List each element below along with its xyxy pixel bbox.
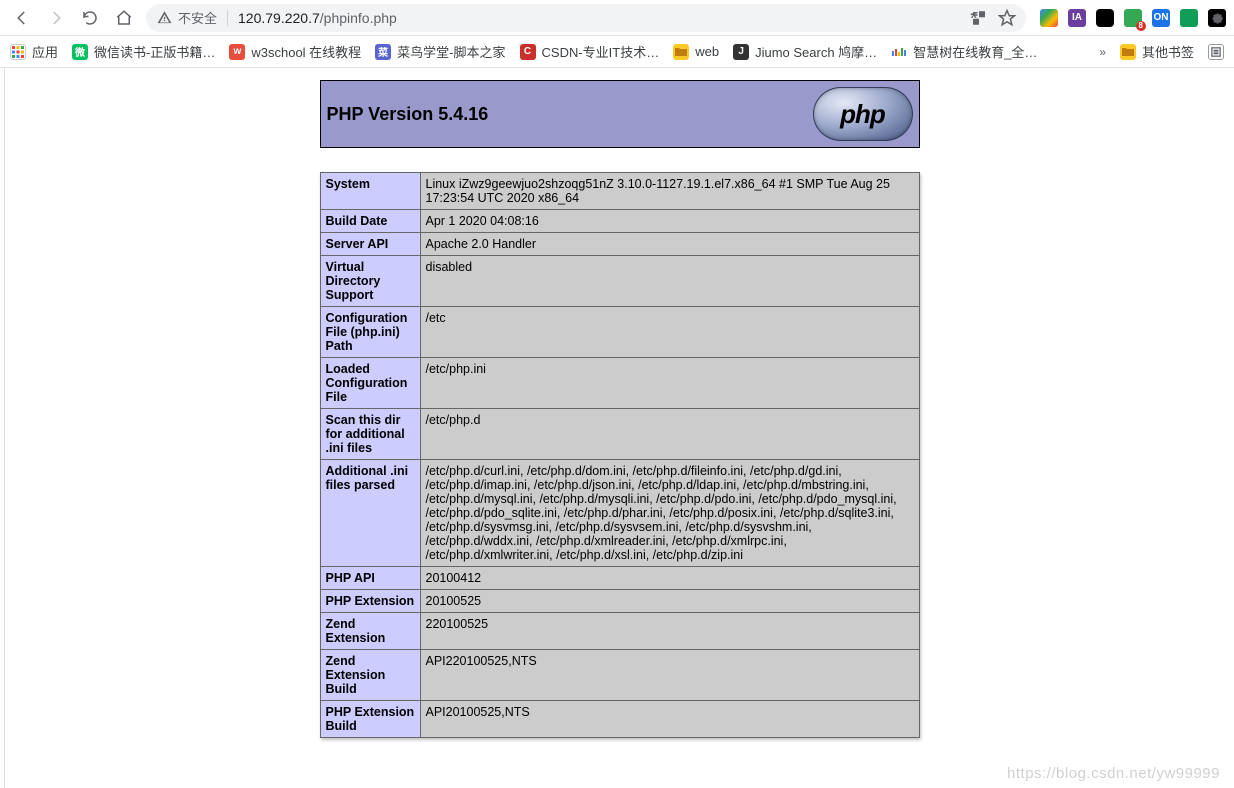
site-icon: w <box>229 44 245 60</box>
info-value: API220100525,NTS <box>420 650 919 701</box>
table-row: PHP Extension20100525 <box>320 590 919 613</box>
php-logo: php <box>813 87 913 141</box>
bookmarks-bar: 应用 微微信读书-正版书籍… w w3school 在线教程菜菜鸟学堂-脚本之家 CC… <box>0 36 1234 68</box>
bookmark-item-2[interactable]: 菜菜鸟学堂-脚本之家 <box>375 42 505 61</box>
folder-icon <box>673 44 689 60</box>
table-row: Build DateApr 1 2020 04:08:16 <box>320 210 919 233</box>
table-row: Scan this dir for additional .ini files/… <box>320 409 919 460</box>
info-key: PHP API <box>320 567 420 590</box>
bookmark-star-icon[interactable] <box>998 9 1016 27</box>
info-value: API20100525,NTS <box>420 701 919 738</box>
insecure-warning-icon <box>156 10 172 26</box>
bookmark-label: 微信读书-正版书籍… <box>94 42 215 61</box>
extension-icon-ia[interactable]: IA <box>1068 9 1086 27</box>
info-key: Zend Extension <box>320 613 420 650</box>
extension-icon-4[interactable]: 8 <box>1124 9 1142 27</box>
table-row: PHP Extension BuildAPI20100525,NTS <box>320 701 919 738</box>
url-text: 120.79.220.7/phpinfo.php <box>238 10 397 26</box>
extension-icons: IA 8 ON <box>1036 9 1226 27</box>
table-row: PHP API20100412 <box>320 567 919 590</box>
table-row: Server APIApache 2.0 Handler <box>320 233 919 256</box>
info-value: /etc <box>420 307 919 358</box>
url-path: /phpinfo.php <box>320 10 397 26</box>
bookmark-label: web <box>695 44 719 59</box>
info-key: PHP Extension <box>320 590 420 613</box>
info-value: 20100412 <box>420 567 919 590</box>
extension-icon-6[interactable] <box>1180 9 1198 27</box>
other-bookmarks[interactable]: 其他书签 <box>1120 42 1194 61</box>
reload-button[interactable] <box>76 4 104 32</box>
extension-badge: 8 <box>1136 21 1146 31</box>
apps-shortcut[interactable]: 应用 <box>10 42 58 61</box>
info-value: Apache 2.0 Handler <box>420 233 919 256</box>
info-key: Scan this dir for additional .ini files <box>320 409 420 460</box>
site-icon: J <box>733 44 749 60</box>
info-value: /etc/php.d <box>420 409 919 460</box>
phpinfo-header: PHP Version 5.4.16 php <box>320 80 920 148</box>
folder-icon <box>1120 44 1136 60</box>
bookmark-overflow[interactable]: » <box>1099 45 1106 59</box>
site-icon <box>891 44 907 60</box>
table-row: SystemLinux iZwz9geewjuo2shzoqg51nZ 3.10… <box>320 173 919 210</box>
extension-icon-1[interactable] <box>1040 9 1058 27</box>
table-row: Loaded Configuration File/etc/php.ini <box>320 358 919 409</box>
insecure-label: 不安全 <box>178 8 217 27</box>
reading-list-icon[interactable] <box>1208 44 1224 60</box>
site-icon: 菜 <box>375 44 391 60</box>
info-value: Apr 1 2020 04:08:16 <box>420 210 919 233</box>
table-row: Virtual Directory Supportdisabled <box>320 256 919 307</box>
info-value: 220100525 <box>420 613 919 650</box>
apps-label: 应用 <box>32 42 58 61</box>
browser-toolbar: 不安全 120.79.220.7/phpinfo.php IA 8 ON <box>0 0 1234 36</box>
url-host: 120.79.220.7 <box>238 10 320 26</box>
bookmark-item-3[interactable]: C CSDN-专业IT技术… <box>520 42 660 61</box>
back-button[interactable] <box>8 4 36 32</box>
phpinfo-table: SystemLinux iZwz9geewjuo2shzoqg51nZ 3.10… <box>320 172 920 738</box>
separator <box>227 10 228 26</box>
info-key: Server API <box>320 233 420 256</box>
bookmark-label: Jiumo Search 鸠摩… <box>755 42 877 61</box>
bookmark-item-6[interactable]: 智慧树在线教育_全… <box>891 42 1037 61</box>
site-icon: C <box>520 44 536 60</box>
info-key: Loaded Configuration File <box>320 358 420 409</box>
table-row: Zend Extension BuildAPI220100525,NTS <box>320 650 919 701</box>
info-key: System <box>320 173 420 210</box>
table-row: Zend Extension220100525 <box>320 613 919 650</box>
table-row: Configuration File (php.ini) Path/etc <box>320 307 919 358</box>
info-value: disabled <box>420 256 919 307</box>
bookmark-label: 智慧树在线教育_全… <box>913 42 1037 61</box>
bookmark-label: 菜鸟学堂-脚本之家 <box>397 42 505 61</box>
info-key: Additional .ini files parsed <box>320 460 420 567</box>
php-version-title: PHP Version 5.4.16 <box>327 104 489 125</box>
bookmark-label: w3school 在线教程 <box>251 42 361 61</box>
bookmark-item-0[interactable]: 微微信读书-正版书籍… <box>72 42 215 61</box>
other-bookmarks-label: 其他书签 <box>1142 42 1194 61</box>
forward-button[interactable] <box>42 4 70 32</box>
extension-icon-5[interactable]: ON <box>1152 9 1170 27</box>
address-bar[interactable]: 不安全 120.79.220.7/phpinfo.php <box>146 4 1026 32</box>
phpinfo-panel: PHP Version 5.4.16 php SystemLinux iZwz9… <box>320 80 920 738</box>
page-content: PHP Version 5.4.16 php SystemLinux iZwz9… <box>4 68 1234 788</box>
info-key: Virtual Directory Support <box>320 256 420 307</box>
translate-icon[interactable] <box>970 9 988 27</box>
info-value: /etc/php.ini <box>420 358 919 409</box>
bookmark-item-1[interactable]: w w3school 在线教程 <box>229 42 361 61</box>
info-value: /etc/php.d/curl.ini, /etc/php.d/dom.ini,… <box>420 460 919 567</box>
watermark-text: https://blog.csdn.net/yw99999 <box>1007 765 1220 782</box>
site-icon: 微 <box>72 44 88 60</box>
bookmark-label: CSDN-专业IT技术… <box>542 42 660 61</box>
bookmark-item-5[interactable]: J Jiumo Search 鸠摩… <box>733 42 877 61</box>
bookmark-item-4[interactable]: web <box>673 44 719 60</box>
info-value: 20100525 <box>420 590 919 613</box>
info-key: Configuration File (php.ini) Path <box>320 307 420 358</box>
extension-icon-3[interactable] <box>1096 9 1114 27</box>
info-key: Build Date <box>320 210 420 233</box>
info-key: PHP Extension Build <box>320 701 420 738</box>
info-key: Zend Extension Build <box>320 650 420 701</box>
info-value: Linux iZwz9geewjuo2shzoqg51nZ 3.10.0-112… <box>420 173 919 210</box>
extensions-puzzle-icon[interactable] <box>1208 9 1226 27</box>
table-row: Additional .ini files parsed/etc/php.d/c… <box>320 460 919 567</box>
home-button[interactable] <box>110 4 138 32</box>
apps-grid-icon <box>10 44 26 60</box>
